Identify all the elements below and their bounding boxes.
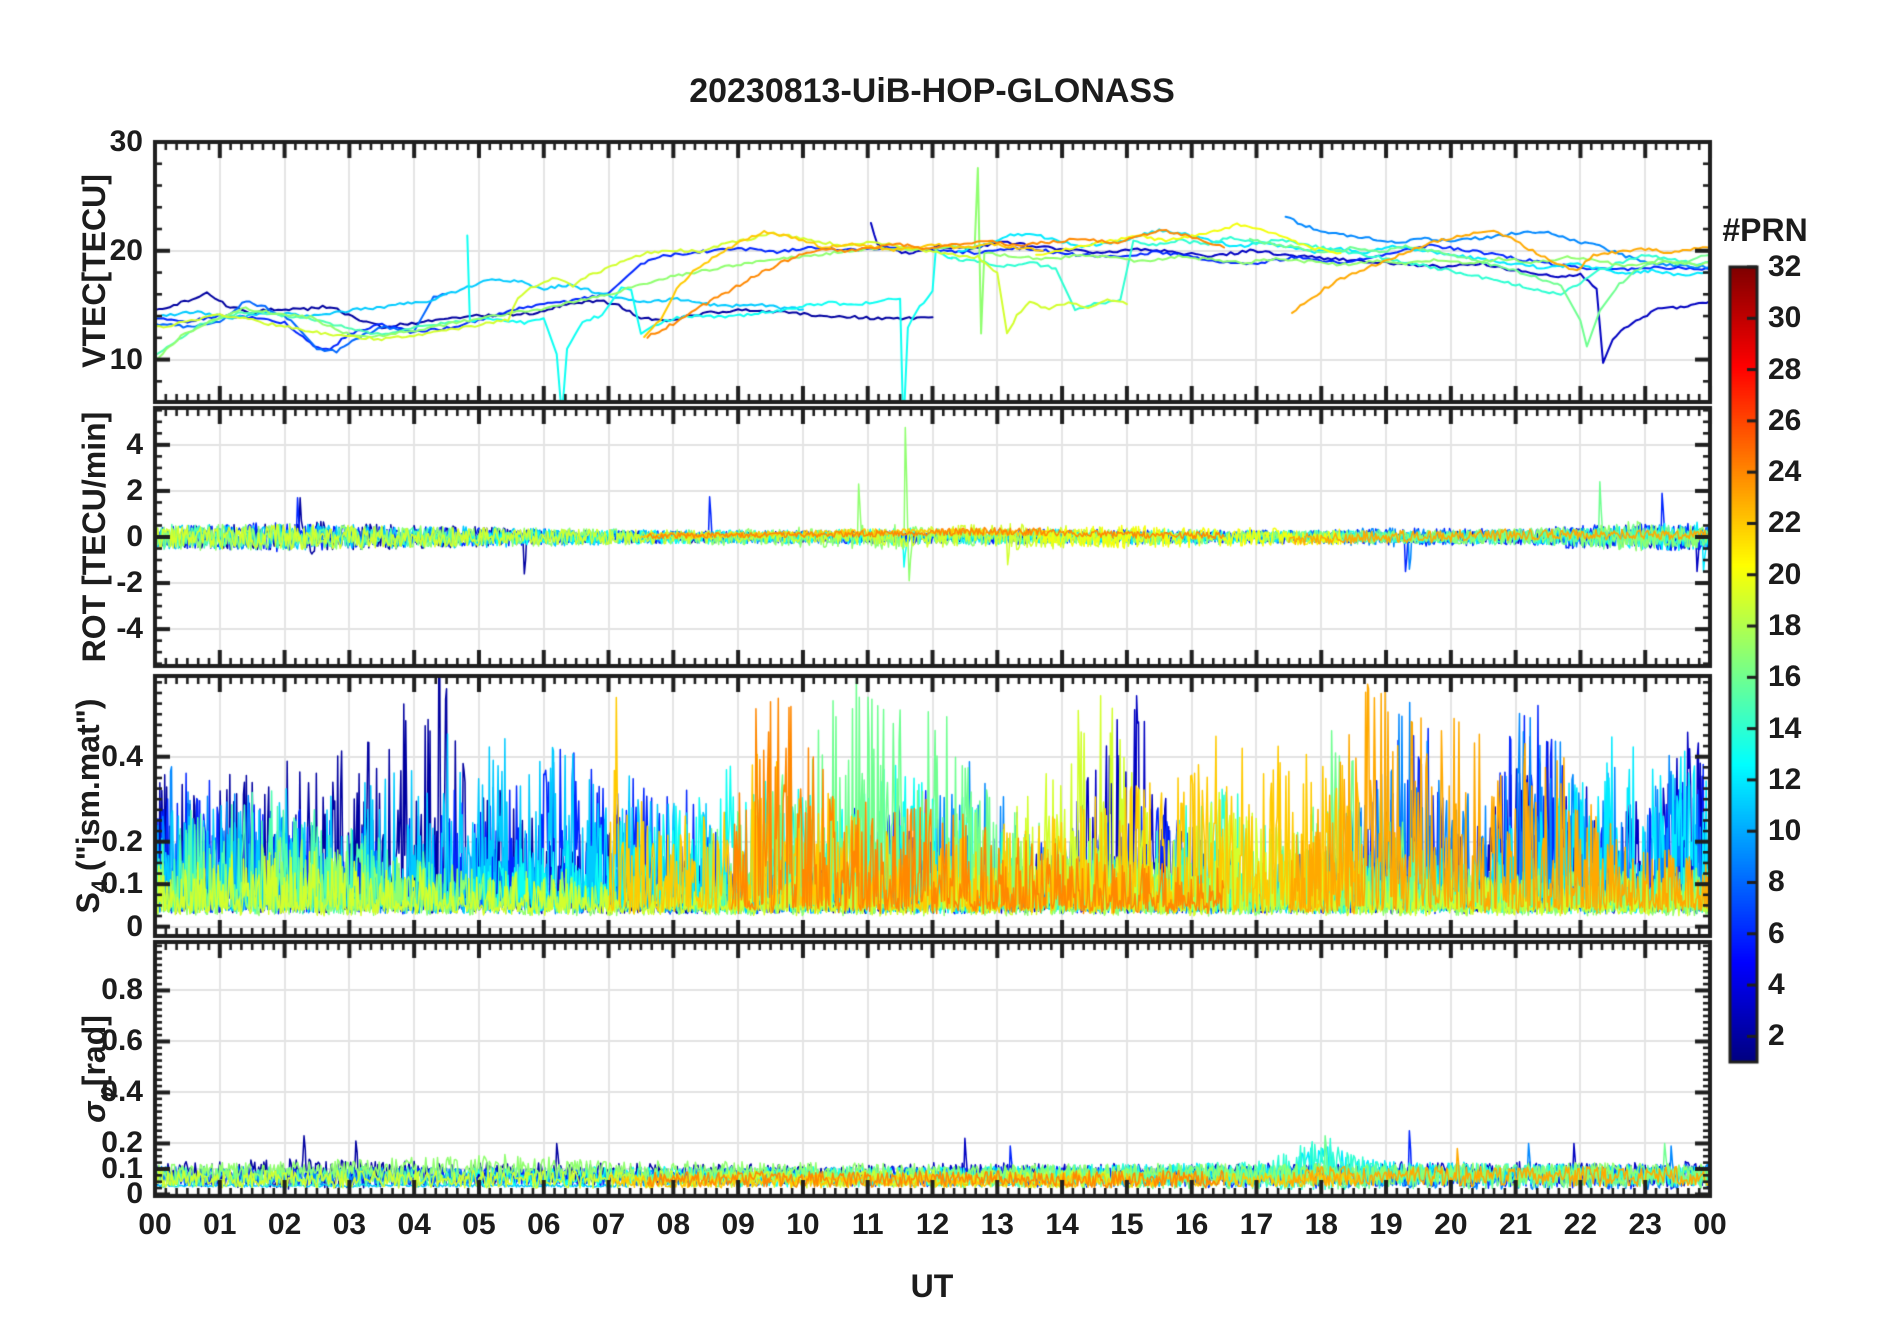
x-tick-label: 00: [138, 1208, 172, 1241]
colorbar-tick-label: 16: [1768, 660, 1802, 694]
y-tick-label: 0.2: [101, 824, 143, 858]
y-tick-label: 30: [109, 125, 143, 158]
y-tick-label: 0.4: [101, 1075, 143, 1109]
colorbar-tick-label: 32: [1768, 250, 1802, 283]
x-tick-label: 18: [1304, 1208, 1338, 1241]
x-tick-label: 03: [332, 1208, 367, 1241]
x-tick-label: 11: [851, 1208, 884, 1241]
y-tick-label: 4: [126, 427, 143, 461]
x-tick-label: 12: [915, 1208, 950, 1241]
x-tick-label: 15: [1110, 1208, 1144, 1241]
x-tick-label: 07: [591, 1208, 626, 1241]
x-tick-label: 22: [1563, 1208, 1598, 1241]
xlabel-ut: UT: [910, 1268, 954, 1304]
y-tick-label: 0.6: [101, 1024, 143, 1058]
colorbar-tick-label: 8: [1768, 865, 1785, 899]
x-tick-label: 05: [462, 1208, 496, 1241]
y-tick-label: 0: [126, 909, 143, 943]
x-tick-label: 02: [267, 1208, 302, 1241]
chart-canvas: [0, 0, 1902, 1330]
chart-title: 20230813-UiB-HOP-GLONASS: [689, 72, 1175, 110]
x-tick-label: 04: [397, 1208, 431, 1241]
colorbar-tick-label: 28: [1768, 352, 1802, 386]
colorbar-tick-label: 4: [1768, 968, 1785, 1002]
y-tick-label: -4: [116, 612, 143, 646]
y-tick-label: 20: [109, 233, 143, 267]
colorbar-tick-label: 12: [1768, 762, 1802, 796]
x-tick-label: 06: [527, 1208, 561, 1241]
x-tick-label: 13: [980, 1208, 1014, 1241]
x-tick-label: 08: [656, 1208, 691, 1241]
colorbar-tick-label: 30: [1768, 301, 1802, 335]
x-tick-label: 10: [786, 1208, 820, 1241]
x-tick-label: 16: [1174, 1208, 1209, 1241]
colorbar-title: #PRN: [1722, 212, 1808, 248]
y-tick-label: 0: [126, 520, 143, 553]
colorbar-tick-label: 22: [1768, 506, 1802, 540]
x-tick-label: 20: [1434, 1208, 1468, 1241]
x-tick-label: 19: [1369, 1208, 1403, 1241]
y-tick-label: 0.1: [101, 867, 143, 901]
y-tick-label: 0.8: [101, 973, 143, 1007]
y-tick-label: 10: [109, 342, 143, 376]
figure-root: 20230813-UiB-HOP-GLONASS VTEC[TECU] ROT …: [0, 0, 1902, 1330]
y-tick-label: 0.4: [101, 739, 143, 773]
colorbar-tick-label: 24: [1768, 455, 1802, 489]
x-tick-label: 17: [1239, 1208, 1274, 1241]
y-tick-label: -2: [116, 566, 143, 600]
x-tick-label: 00: [1693, 1208, 1727, 1241]
colorbar-tick-label: 14: [1768, 711, 1802, 745]
y-tick-label: 2: [126, 473, 143, 507]
colorbar-tick-label: 18: [1768, 609, 1802, 643]
y-tick-label: 0.2: [101, 1126, 143, 1160]
colorbar-tick-label: 2: [1768, 1019, 1785, 1053]
colorbar-tick-label: 26: [1768, 403, 1802, 437]
colorbar-tick-label: 6: [1768, 916, 1785, 950]
x-tick-label: 21: [1498, 1208, 1533, 1241]
colorbar-tick-label: 10: [1768, 814, 1802, 848]
colorbar-tick-label: 20: [1768, 557, 1802, 591]
x-tick-label: 23: [1628, 1208, 1662, 1241]
x-tick-label: 01: [203, 1208, 237, 1241]
x-tick-label: 09: [721, 1208, 755, 1241]
x-tick-label: 14: [1045, 1208, 1079, 1241]
